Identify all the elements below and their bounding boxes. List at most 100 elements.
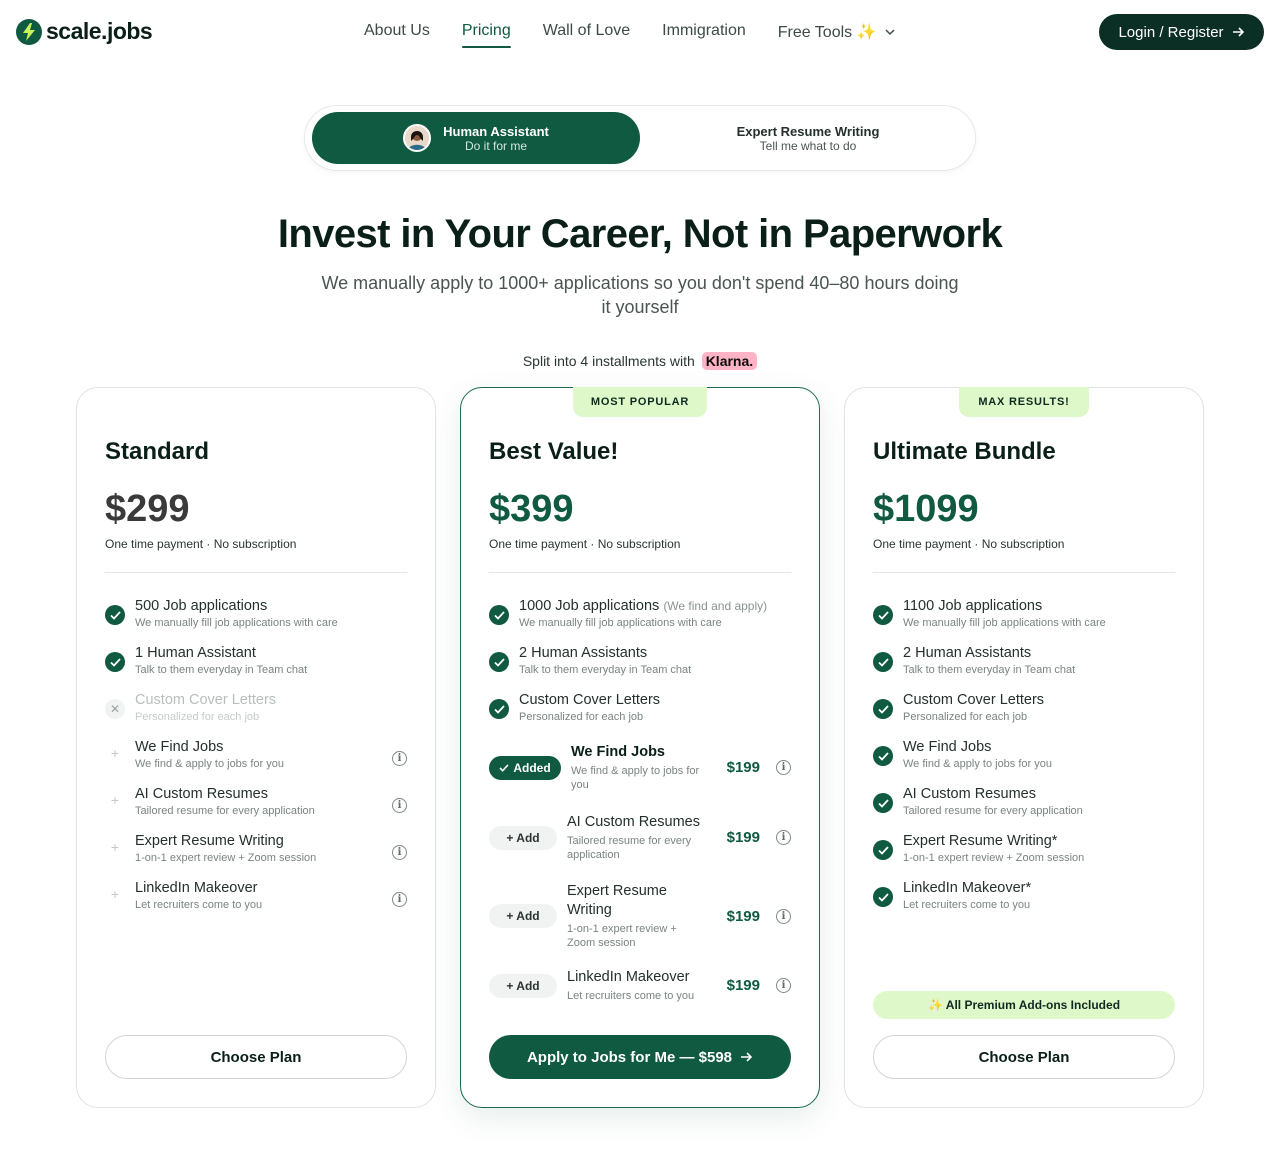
info-icon[interactable]: i xyxy=(776,978,791,993)
payment-note: One time payment · No subscription xyxy=(489,537,681,551)
add-addon-button[interactable]: + Add xyxy=(489,825,557,850)
apply-to-jobs-button[interactable]: Apply to Jobs for Me — $598 xyxy=(489,1035,791,1079)
feature-name: AI Custom Resumes xyxy=(135,786,268,802)
feature-name: 2 Human Assistants xyxy=(519,645,648,661)
feature-name: Custom Cover Letters xyxy=(903,692,1045,708)
feature-name: 2 Human Assistants xyxy=(903,645,1032,661)
plus-icon: + xyxy=(110,886,120,902)
addon-name: AI Custom Resumes xyxy=(567,814,700,830)
choose-plan-button[interactable]: Choose Plan xyxy=(873,1035,1175,1079)
tab-expert-resume[interactable]: Expert Resume Writing Tell me what to do xyxy=(645,112,971,164)
chevron-down-icon xyxy=(885,28,895,35)
max-results-badge: MAX RESULTS! xyxy=(959,387,1089,417)
feature-desc: Talk to them everyday in Team chat xyxy=(135,664,308,676)
arrow-right-icon xyxy=(741,1052,753,1062)
feature-name: Custom Cover Letters xyxy=(519,692,661,708)
logo[interactable]: scale.jobs xyxy=(16,18,153,45)
check-icon xyxy=(873,887,893,907)
klarna-logo: Klarna. xyxy=(701,352,758,370)
nav-free-tools-label: Free Tools ✨ xyxy=(777,24,877,41)
check-icon xyxy=(489,605,509,625)
feature-name: We Find Jobs xyxy=(903,739,992,755)
addon-price: $199 xyxy=(726,977,760,994)
tab-expert-resume-title: Expert Resume Writing xyxy=(736,123,880,139)
addon-we-find-jobs: Added We Find Jobs We find & apply to jo… xyxy=(489,743,791,792)
feature-desc: Talk to them everyday in Team chat xyxy=(903,664,1076,676)
addon-name: We Find Jobs xyxy=(571,744,665,760)
service-toggle: Human Assistant Do it for me Expert Resu… xyxy=(304,105,976,171)
info-icon[interactable]: i xyxy=(392,845,407,860)
feature-item-optional: + AI Custom Resumes Tailored resume for e… xyxy=(105,786,407,817)
feature-name: Expert Resume Writing xyxy=(135,833,284,849)
feature-item-optional: + Expert Resume Writing 1-on-1 expert rev… xyxy=(105,833,407,864)
nav-free-tools[interactable]: Free Tools ✨ xyxy=(778,22,895,42)
arrow-right-icon xyxy=(1232,27,1244,37)
feature-desc: We find & apply to jobs for you xyxy=(135,758,284,770)
feature-item: 2 Human Assistants Talk to them everyday … xyxy=(489,645,791,676)
feature-item: 1100 Job applications We manually fill jo… xyxy=(873,598,1175,629)
tab-human-assistant-title: Human Assistant xyxy=(443,123,549,139)
feature-item-optional: + LinkedIn Makeover Let recruiters come t… xyxy=(105,880,407,911)
check-icon xyxy=(873,793,893,813)
plan-card-best-value: MOST POPULAR Best Value! $399 One time p… xyxy=(460,387,820,1108)
logo-text: scale.jobs xyxy=(46,18,153,44)
feature-desc: Tailored resume for every application xyxy=(135,805,315,817)
feature-desc: Tailored resume for every application xyxy=(903,805,1083,817)
nav-pricing[interactable]: Pricing xyxy=(461,22,511,48)
addon-added-toggle[interactable]: Added xyxy=(489,755,561,780)
feature-name: 1000 Job applications xyxy=(519,598,660,614)
tab-human-assistant-subtitle: Do it for me xyxy=(464,138,527,153)
addon-name: LinkedIn Makeover xyxy=(567,969,690,985)
installments-text: Split into 4 installments with xyxy=(522,353,695,369)
add-addon-button[interactable]: + Add xyxy=(489,904,557,928)
addon-desc: Let recruiters come to you xyxy=(567,990,695,1002)
feature-name: Custom Cover Letters xyxy=(135,692,277,708)
info-icon[interactable]: i xyxy=(776,830,791,845)
choose-plan-button[interactable]: Choose Plan xyxy=(105,1035,407,1079)
plus-icon: + xyxy=(110,792,120,808)
installments-note: Split into 4 installments with Klarna. xyxy=(0,352,1280,370)
divider xyxy=(105,572,407,573)
assistant-avatar xyxy=(403,124,432,152)
addon-state-label: Added xyxy=(513,760,551,775)
feature-item: We Find Jobs We find & apply to jobs for … xyxy=(873,739,1175,770)
add-addon-button[interactable]: + Add xyxy=(489,973,557,998)
nav-immigration[interactable]: Immigration xyxy=(662,22,746,42)
login-register-button[interactable]: Login / Register xyxy=(1099,14,1264,50)
feature-name: We Find Jobs xyxy=(135,739,224,755)
check-icon xyxy=(873,840,893,860)
feature-name: LinkedIn Makeover xyxy=(135,880,258,896)
plus-icon: + xyxy=(110,745,120,761)
info-icon[interactable]: i xyxy=(392,892,407,907)
feature-item: 1000 Job applications (We find and apply… xyxy=(489,598,791,629)
plan-price: $299 xyxy=(105,488,190,530)
main-nav: About Us Pricing Wall of Love Immigratio… xyxy=(364,22,927,48)
nav-wall-of-love[interactable]: Wall of Love xyxy=(543,22,630,42)
plan-title: Best Value! xyxy=(489,438,619,465)
plan-price: $1099 xyxy=(873,488,979,530)
addon-name: Expert Resume Writing xyxy=(567,883,667,918)
plan-title: Ultimate Bundle xyxy=(873,438,1056,465)
plus-icon: + xyxy=(110,839,120,855)
lightning-bolt-icon xyxy=(16,18,42,45)
info-icon[interactable]: i xyxy=(392,751,407,766)
login-register-label: Login / Register xyxy=(1118,23,1224,41)
nav-about-us[interactable]: About Us xyxy=(364,22,430,42)
divider xyxy=(489,572,791,573)
info-icon[interactable]: i xyxy=(776,908,791,924)
feature-desc: 1-on-1 expert review + Zoom session xyxy=(135,852,317,864)
addon-expert-resume-writing: + Add Expert Resume Writing 1-on-1 exper… xyxy=(489,882,791,950)
info-icon[interactable]: i xyxy=(392,798,407,813)
feature-desc: Personalized for each job xyxy=(903,711,1028,723)
addon-price: $199 xyxy=(726,829,760,846)
feature-item: AI Custom Resumes Tailored resume for eve… xyxy=(873,786,1175,817)
feature-desc: Let recruiters come to you xyxy=(903,899,1031,911)
feature-name: 1 Human Assistant xyxy=(135,645,256,661)
info-icon[interactable]: i xyxy=(776,760,791,775)
payment-note: One time payment · No subscription xyxy=(105,537,297,551)
payment-note: One time payment · No subscription xyxy=(873,537,1065,551)
feature-name: AI Custom Resumes xyxy=(903,786,1036,802)
feature-desc: Personalized for each job xyxy=(135,711,260,723)
tab-human-assistant[interactable]: Human Assistant Do it for me xyxy=(312,112,640,164)
addon-desc: We find & apply to jobs for you xyxy=(571,765,700,791)
